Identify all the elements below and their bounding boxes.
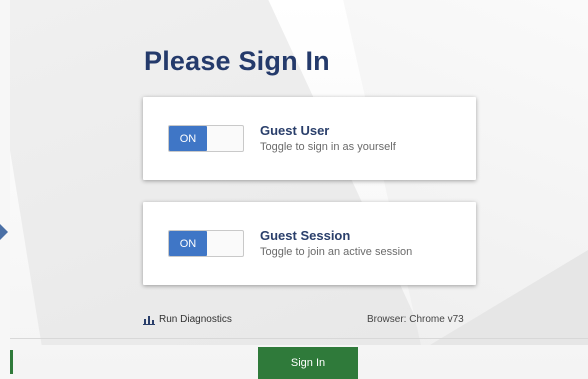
status-indicator-bar (10, 350, 13, 374)
sign-in-button[interactable]: Sign In (258, 347, 358, 379)
guest-session-card: ON Guest Session Toggle to join an activ… (143, 202, 476, 285)
arrow-right-icon (0, 224, 8, 240)
footer-divider (10, 338, 588, 339)
toggle-on-label: ON (169, 231, 207, 256)
left-edge-panel (0, 0, 10, 379)
sign-in-screen: Please Sign In ON Guest User Toggle to s… (0, 0, 588, 379)
guest-session-title: Guest Session (260, 228, 351, 243)
page-title: Please Sign In (144, 46, 330, 76)
guest-user-text: Guest User Toggle to sign in as yourself (260, 123, 396, 155)
guest-session-subtitle: Toggle to join an active session (260, 246, 413, 258)
guest-user-card: ON Guest User Toggle to sign in as yours… (143, 97, 476, 180)
guest-session-toggle[interactable]: ON (168, 230, 244, 257)
guest-user-title: Guest User (260, 123, 330, 138)
guest-session-text: Guest Session Toggle to join an active s… (260, 228, 412, 260)
bar-chart-icon (143, 315, 155, 325)
toggle-on-label: ON (169, 126, 207, 151)
run-diagnostics-label: Run Diagnostics (159, 314, 232, 325)
guest-user-subtitle: Toggle to sign in as yourself (260, 141, 396, 153)
run-diagnostics-link[interactable]: Run Diagnostics (143, 314, 232, 325)
browser-info: Browser: Chrome v73 (367, 314, 464, 325)
guest-user-toggle[interactable]: ON (168, 125, 244, 152)
